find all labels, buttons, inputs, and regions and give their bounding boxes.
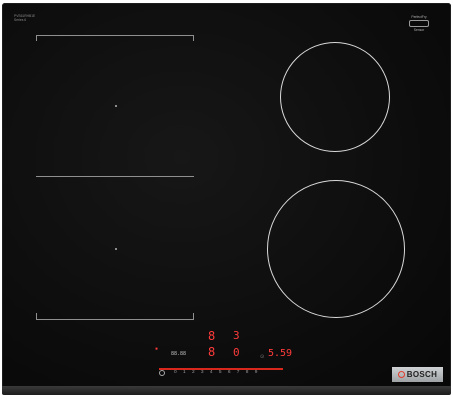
flex-zone-rear-top-edge — [36, 35, 194, 36]
bosch-logo-icon — [397, 371, 405, 378]
power-level-right-display: 8 — [208, 345, 216, 359]
round-zone-front-right[interactable] — [267, 180, 405, 318]
scale-step[interactable]: 9 — [255, 370, 258, 376]
flex-zone-front-left-corner — [36, 313, 37, 319]
scale-step[interactable]: 4 — [210, 370, 213, 376]
timer-digit-top: 3 — [233, 329, 240, 342]
scale-step[interactable]: 3 — [201, 370, 204, 376]
timer-digit-bottom: 0 — [233, 346, 240, 359]
small-readout: 88.88 — [171, 351, 187, 357]
flex-zone-rear-left-corner — [36, 35, 37, 41]
feature-badge-line-1: PerfectFry — [411, 15, 427, 19]
power-scale[interactable]: 0 1 2 3 4 5 6 7 8 9 — [174, 370, 257, 376]
brand-plate: BOSCH — [392, 367, 443, 382]
lock-indicator-icon: ▪ — [155, 346, 159, 352]
main-power-button[interactable] — [159, 370, 165, 376]
sensor-logo-icon — [409, 20, 429, 27]
glass-cooktop: PVS61RHB1E Series 6 PerfectFry Sensor ▪ … — [2, 3, 451, 389]
flex-zone-rear-center-mark — [115, 105, 117, 107]
feature-badge-line-2: Sensor — [413, 28, 425, 32]
flex-zone-front-center-mark — [115, 248, 117, 250]
round-zone-rear-right[interactable] — [280, 42, 390, 152]
scale-step[interactable]: 2 — [192, 370, 195, 376]
scale-step[interactable]: 5 — [219, 370, 222, 376]
scale-step[interactable]: 7 — [237, 370, 240, 376]
flex-zone-divider — [36, 176, 194, 177]
brand-name: BOSCH — [406, 370, 438, 379]
flex-zone-front-bottom-edge — [36, 319, 194, 320]
model-label: PVS61RHB1E Series 6 — [14, 14, 35, 22]
flex-zone-rear-right-corner — [193, 35, 194, 41]
clock-readout: 5.59 — [268, 348, 293, 359]
timer-icon[interactable]: ⊙ — [260, 355, 264, 360]
scale-step[interactable]: 6 — [228, 370, 231, 376]
scale-step[interactable]: 1 — [183, 370, 186, 376]
scale-step[interactable]: 8 — [246, 370, 249, 376]
cooktop-frame-edge — [2, 386, 451, 395]
scale-step[interactable]: 0 — [174, 370, 177, 376]
feature-badge: PerfectFry Sensor — [409, 15, 429, 32]
flex-zone-front-right-corner — [193, 313, 194, 319]
power-level-left-display: 8 — [208, 329, 216, 343]
model-line-2: Series 6 — [14, 18, 27, 22]
